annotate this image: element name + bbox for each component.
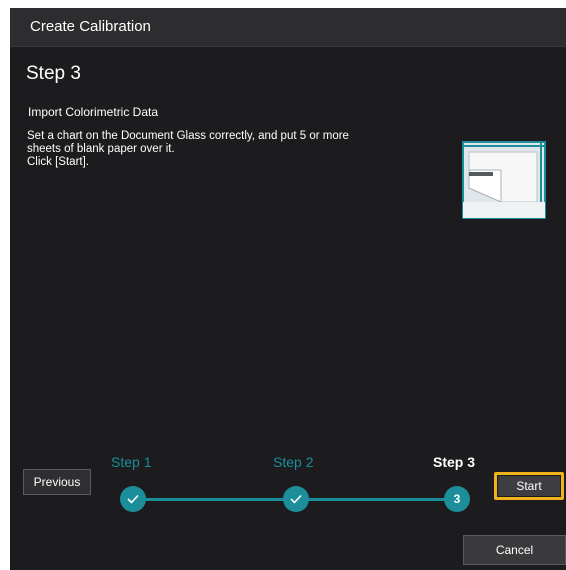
previous-button[interactable]: Previous [23,469,91,495]
document-glass-illustration [461,140,547,220]
check-icon [127,494,139,504]
step-3-indicator: 3 [444,486,470,512]
create-calibration-dialog: Create Calibration Step 3 Import Colorim… [10,8,566,570]
step-progress: Step 1 Step 2 Step 3 3 [10,448,566,528]
start-button-highlight: Start [494,472,564,500]
step-subheading: Import Colorimetric Data [28,105,159,119]
dialog-title: Create Calibration [30,18,151,35]
step-3-number: 3 [453,492,461,506]
cancel-button[interactable]: Cancel [463,535,566,565]
check-icon [290,494,302,504]
instruction-line: Set a chart on the Document Glass correc… [27,130,349,142]
instruction-line: Click [Start]. [27,156,89,168]
step-1-indicator [120,486,146,512]
step-1-label: Step 1 [111,454,152,470]
step-2-label: Step 2 [273,454,314,470]
dialog-titlebar: Create Calibration [10,8,566,47]
instruction-line: sheets of blank paper over it. [27,143,175,155]
step-heading: Step 3 [26,63,81,84]
step-3-label: Step 3 [433,454,476,470]
step-2-indicator [283,486,309,512]
document-glass-icon [461,140,547,220]
instructions-text: Set a chart on the Document Glass correc… [27,130,437,169]
start-button[interactable]: Start [498,476,560,496]
